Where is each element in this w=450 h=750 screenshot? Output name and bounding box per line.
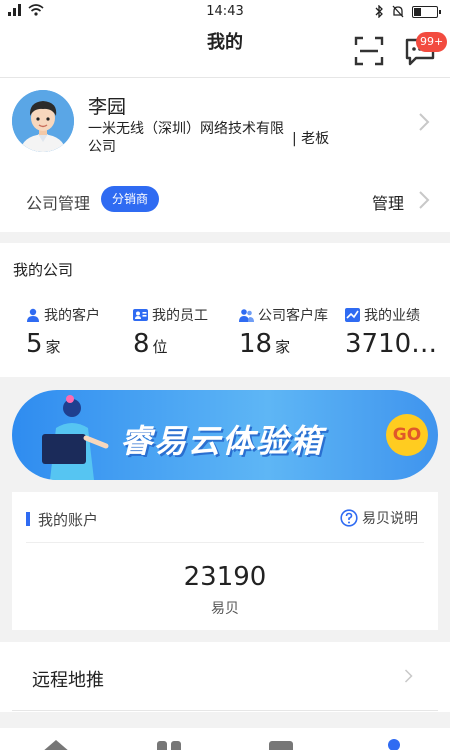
promo-banner[interactable]: 睿易云体验箱 GO: [12, 390, 438, 480]
stat-value: 18: [239, 329, 273, 359]
avatar-illustration: [12, 90, 74, 152]
company-name: 一米无线（深圳）网络技术有限公司: [88, 121, 284, 155]
remote-chevron-right-icon: [404, 669, 413, 683]
management-chevron-right-icon[interactable]: [418, 190, 430, 210]
stat-value: 3710…: [345, 329, 438, 359]
scan-icon[interactable]: [354, 36, 384, 66]
stat-label: 我的客户: [44, 308, 100, 324]
yibei-help-link[interactable]: 易贝说明: [340, 508, 418, 528]
group-icon: [239, 309, 254, 322]
yibei-balance: 23190: [183, 562, 267, 592]
banner-go-button[interactable]: GO: [386, 414, 428, 456]
help-label: 易贝说明: [362, 511, 418, 527]
stat-label: 我的业绩: [364, 308, 420, 324]
user-name: 李园: [88, 96, 127, 118]
my-company-card: 我的公司 我的客户 5家 我的员工 8位 公司客户库 18 家 我的业绩 3710…: [0, 243, 450, 377]
my-account-title: 我的账户: [38, 511, 99, 529]
battery-icon: [412, 5, 441, 18]
management-link[interactable]: 管理: [372, 190, 404, 214]
nav-bar: 我的 99+: [0, 24, 450, 78]
stat-value: 8: [133, 329, 150, 359]
profile-chevron-right-icon[interactable]: [418, 112, 430, 132]
home-tab-icon[interactable]: [42, 738, 70, 750]
employees-icon: [133, 309, 148, 321]
section-accent-bar: [26, 512, 30, 526]
stat-my-performance[interactable]: 我的业绩 3710…: [345, 305, 445, 359]
divider: [26, 542, 424, 543]
message-badge: 99+: [416, 32, 448, 52]
my-account-card: 我的账户 易贝说明 23190 易贝: [12, 492, 438, 630]
status-right: [375, 5, 441, 18]
stat-label: 公司客户库: [258, 308, 328, 324]
remote-promotion-label: 远程地推: [32, 670, 104, 691]
remote-promotion-row[interactable]: 远程地推: [0, 642, 450, 712]
bottom-tab-bar: [0, 728, 450, 750]
stat-my-customers[interactable]: 我的客户 5家: [26, 305, 138, 359]
user-role: | 老板: [292, 131, 330, 147]
stat-unit: 家: [275, 338, 291, 356]
delivery-person-illustration: [42, 395, 109, 480]
profile-tab-icon[interactable]: [386, 738, 402, 750]
stat-my-employees[interactable]: 我的员工 8位: [133, 305, 245, 359]
mute-bell-icon: [392, 5, 404, 18]
my-company-heading: 我的公司: [13, 261, 74, 279]
performance-chart-icon: [345, 308, 360, 322]
bluetooth-icon: [375, 5, 383, 18]
avatar[interactable]: [12, 90, 74, 152]
yibei-unit: 易贝: [211, 601, 239, 617]
profile-card[interactable]: 李园 一米无线（深圳）网络技术有限公司 | 老板 公司管理 分销商 管理: [0, 78, 450, 232]
stat-label: 我的员工: [152, 308, 208, 324]
stat-unit: 位: [152, 338, 168, 356]
apps-tab-icon[interactable]: [156, 738, 182, 750]
card-tab-icon[interactable]: [268, 738, 294, 750]
stat-value: 5: [26, 329, 43, 359]
person-icon: [27, 308, 39, 322]
question-circle-icon: [340, 509, 358, 527]
divider: [12, 710, 438, 711]
status-bar: 14:43: [0, 0, 450, 24]
stat-unit: 家: [45, 338, 61, 356]
distributor-tag: 分销商: [101, 186, 159, 212]
company-management-label: 公司管理: [26, 194, 91, 213]
banner-title: 睿易云体验箱: [120, 422, 325, 460]
stat-company-customer-base[interactable]: 公司客户库 18 家: [239, 305, 351, 359]
